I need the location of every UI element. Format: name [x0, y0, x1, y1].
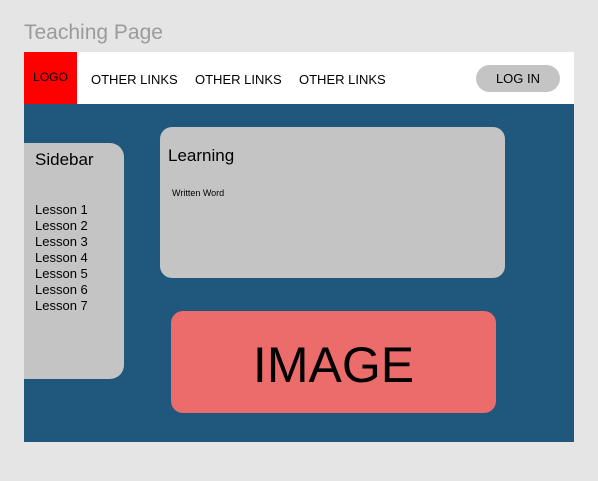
sidebar: Sidebar Lesson 1 Lesson 2 Lesson 3 Lesso… — [24, 143, 124, 379]
sidebar-title: Sidebar — [35, 150, 94, 169]
nav-link-1[interactable]: OTHER LINKS — [91, 72, 178, 88]
learning-title: Learning — [168, 146, 235, 165]
sidebar-item-lesson-3[interactable]: Lesson 3 — [35, 234, 88, 250]
sidebar-item-lesson-6[interactable]: Lesson 6 — [35, 282, 88, 298]
sidebar-item-lesson-2[interactable]: Lesson 2 — [35, 218, 88, 234]
learning-text: Written Word — [172, 188, 225, 198]
frame-title: Teaching Page — [24, 21, 163, 44]
logo[interactable]: LOGO — [24, 52, 77, 104]
teaching-page-frame: LOGO OTHER LINKS OTHER LINKS OTHER LINKS… — [24, 52, 574, 442]
sidebar-lesson-list: Lesson 1 Lesson 2 Lesson 3 Lesson 4 Less… — [35, 202, 88, 314]
sidebar-item-lesson-1[interactable]: Lesson 1 — [35, 202, 88, 218]
nav-link-3[interactable]: OTHER LINKS — [299, 72, 386, 88]
nav-link-2[interactable]: OTHER LINKS — [195, 72, 282, 88]
sidebar-item-lesson-5[interactable]: Lesson 5 — [35, 266, 88, 282]
navbar: LOGO OTHER LINKS OTHER LINKS OTHER LINKS… — [24, 52, 574, 104]
learning-card: Learning Written Word — [160, 127, 505, 278]
login-button[interactable]: LOG IN — [476, 65, 560, 92]
sidebar-item-lesson-4[interactable]: Lesson 4 — [35, 250, 88, 266]
image-placeholder: IMAGE — [171, 311, 496, 413]
sidebar-item-lesson-7[interactable]: Lesson 7 — [35, 298, 88, 314]
